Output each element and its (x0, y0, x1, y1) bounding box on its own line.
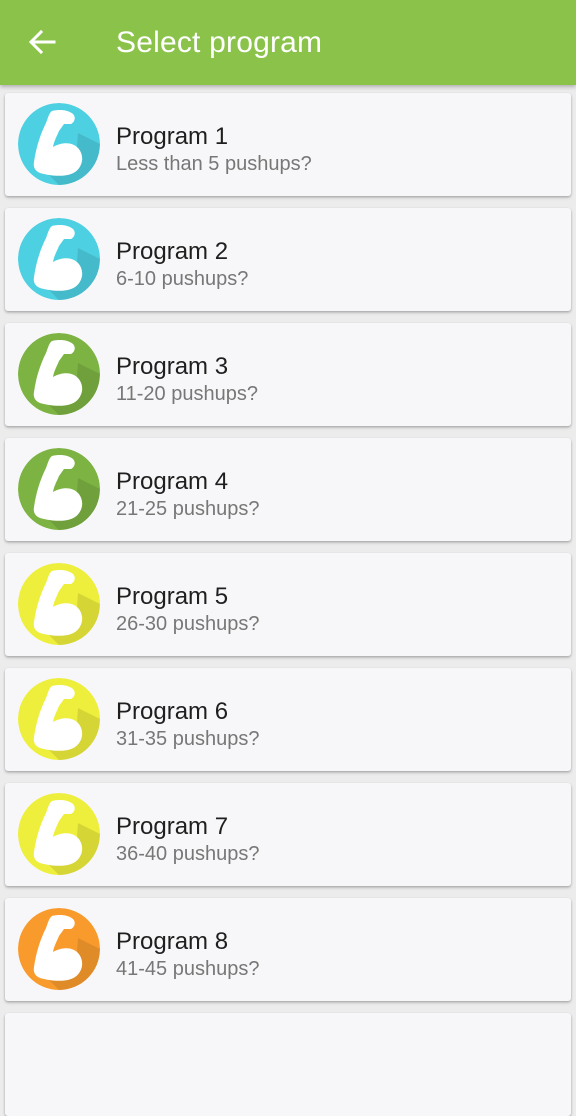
program-title: Program 8 (116, 928, 229, 955)
program-subtitle: 41-45 pushups? (116, 958, 260, 980)
program-title: Program 3 (116, 353, 229, 380)
program-card-5[interactable]: Program 5 26-30 pushups? (5, 553, 571, 656)
program-title: Program 1 (116, 123, 229, 150)
program-card-2[interactable]: Program 2 6-10 pushups? (5, 208, 571, 311)
program-card-1[interactable]: Program 1 Less than 5 pushups? (5, 93, 571, 196)
app-bar: Select program (0, 0, 576, 85)
flexed-arm-icon (18, 793, 100, 875)
program-title: Program 5 (116, 583, 229, 610)
program-subtitle: 26-30 pushups? (116, 613, 260, 635)
flexed-arm-icon (18, 448, 100, 530)
program-title: Program 2 (116, 238, 229, 265)
program-card-8[interactable]: Program 8 41-45 pushups? (5, 898, 571, 1001)
program-subtitle: 36-40 pushups? (116, 843, 260, 865)
program-subtitle: Less than 5 pushups? (116, 153, 312, 175)
program-card-7[interactable]: Program 7 36-40 pushups? (5, 783, 571, 886)
program-subtitle: 11-20 pushups? (116, 383, 258, 405)
program-title: Program 7 (116, 813, 229, 840)
page-title: Select program (116, 26, 323, 59)
program-card-3[interactable]: Program 3 11-20 pushups? (5, 323, 571, 426)
program-card-4[interactable]: Program 4 21-25 pushups? (5, 438, 571, 541)
flexed-arm-icon (18, 908, 100, 990)
program-subtitle: 31-35 pushups? (116, 728, 260, 750)
program-title: Program 6 (116, 698, 229, 725)
flexed-arm-icon (18, 218, 100, 300)
program-subtitle: 6-10 pushups? (116, 268, 249, 290)
flexed-arm-icon (18, 678, 100, 760)
arrow-left-icon (27, 27, 57, 62)
flexed-arm-icon (18, 333, 100, 415)
back-button[interactable] (22, 24, 62, 64)
program-subtitle: 21-25 pushups? (116, 498, 260, 520)
flexed-arm-icon (18, 563, 100, 645)
flexed-arm-icon (18, 103, 100, 185)
program-card-6[interactable]: Program 6 31-35 pushups? (5, 668, 571, 771)
program-title: Program 4 (116, 468, 229, 495)
program-card-next[interactable] (5, 1013, 571, 1116)
